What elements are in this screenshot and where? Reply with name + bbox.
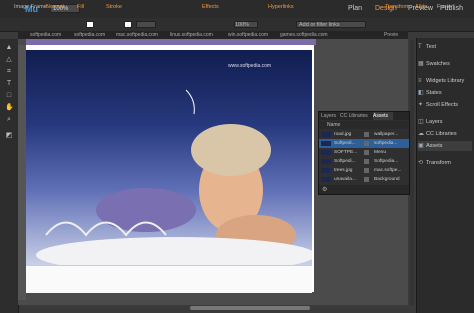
panel-transform[interactable]: ⟲ Transform [418,158,472,168]
asset-thumbnail [321,168,331,173]
asset-thumbnail [321,159,331,164]
align-link[interactable]: Align [415,3,427,11]
doc-tab[interactable]: softpedia.com [74,31,105,39]
image-frame-state[interactable]: Normal [46,3,64,11]
tab-cc-libraries[interactable]: CC Libraries [340,112,372,120]
hero-image[interactable] [26,50,312,265]
doc-tab[interactable]: softpedia.com [30,31,61,39]
opacity-field[interactable]: 100% [234,21,258,28]
doc-tab[interactable]: mac.softpedia.com [116,31,158,39]
assets-column-header: Name [319,121,409,129]
watermark-text: www.softpedia.com [228,63,272,69]
widgets-icon: ≡ [418,78,422,84]
link-icon [364,159,369,164]
hand-tool-icon[interactable]: ✋ [5,104,14,112]
rectangle-tool-icon[interactable]: □ [5,92,13,100]
asset-thumbnail [321,132,331,137]
fill-label[interactable]: Fill [77,3,84,11]
footer-label[interactable]: Footer [437,3,453,11]
vertical-scrollbar[interactable] [410,40,414,305]
asset-row[interactable]: Softpedi... Softpedia... [319,157,409,166]
transform-icon: ⟲ [418,160,424,166]
settings-icon[interactable]: ⚙ [322,186,327,193]
asset-row[interactable]: unavaila... Background [319,175,409,184]
text-icon: T [418,44,422,50]
swatches-icon: ▦ [418,61,424,67]
scroll-effects-icon: ✦ [418,102,424,108]
stroke-swatch[interactable] [124,21,132,28]
asset-row[interactable]: Softpedi... softpedia... [319,139,409,148]
hyperlink-input[interactable]: Add or filter links [296,21,366,28]
link-icon [364,168,369,173]
panel-cc-libraries[interactable]: ☁ CC Libraries [418,129,472,139]
doc-tab[interactable]: Previe [384,31,398,39]
stroke-width-field[interactable] [136,21,156,28]
footer-strip [26,265,312,293]
selection-tool-icon[interactable]: ▲ [5,44,13,52]
states-icon: ◧ [418,90,424,96]
panel-scroll-effects[interactable]: ✦ Scroll Effects [418,100,472,110]
fill-stroke-icon[interactable]: ◩ [5,132,13,140]
panel-layers[interactable]: ◫ Layers [418,117,472,127]
effects-label[interactable]: Effects [202,3,219,11]
asset-row[interactable]: road.jpg wallpaper... [319,130,409,139]
zoom-tool-icon[interactable]: ⌕ [5,116,13,124]
asset-thumbnail [321,150,331,155]
image-frame-label: Image Frame: [14,4,49,10]
link-icon [364,141,369,146]
assets-icon: ▣ [418,143,424,149]
asset-thumbnail [321,141,331,146]
panel-assets[interactable]: ▣ Assets [418,141,472,151]
fill-swatch[interactable] [86,21,94,28]
direct-select-tool-icon[interactable]: △ [5,56,13,64]
tab-layers[interactable]: Layers [321,112,339,120]
panel-text[interactable]: T Text [418,42,472,52]
asset-row[interactable]: trees.jpg mac.softpe... [319,166,409,175]
doc-tab[interactable]: games.softpedia.com [280,31,328,39]
transform-link[interactable]: Transform [385,3,410,11]
asset-row[interactable]: SOFTPE... Menu [319,148,409,157]
link-icon [364,177,369,182]
left-ruler [18,45,26,300]
link-icon [364,150,369,155]
hyperlinks-label[interactable]: Hyperlinks [268,3,294,11]
doc-tab[interactable]: linux.softpedia.com [170,31,213,39]
layers-icon: ◫ [418,119,424,125]
panel-widgets-library[interactable]: ≡ Widgets Library [418,76,472,86]
assets-panel-footer: ⚙ [319,185,409,194]
asset-thumbnail [321,177,331,182]
panel-swatches[interactable]: ▦ Swatches [418,59,472,69]
link-icon [364,132,369,137]
panel-states[interactable]: ◧ States [418,88,472,98]
name-column-header[interactable]: Name [327,122,340,128]
tab-plan[interactable]: Plan [348,4,362,14]
crop-tool-icon[interactable]: ⌗ [5,68,13,76]
tab-assets[interactable]: Assets [373,112,393,120]
stroke-label[interactable]: Stroke [106,3,122,11]
doc-tab[interactable]: win.softpedia.com [228,31,268,39]
text-tool-icon[interactable]: T [5,80,13,88]
horizontal-scroll-thumb[interactable] [190,306,310,310]
cloud-icon: ☁ [418,131,424,137]
